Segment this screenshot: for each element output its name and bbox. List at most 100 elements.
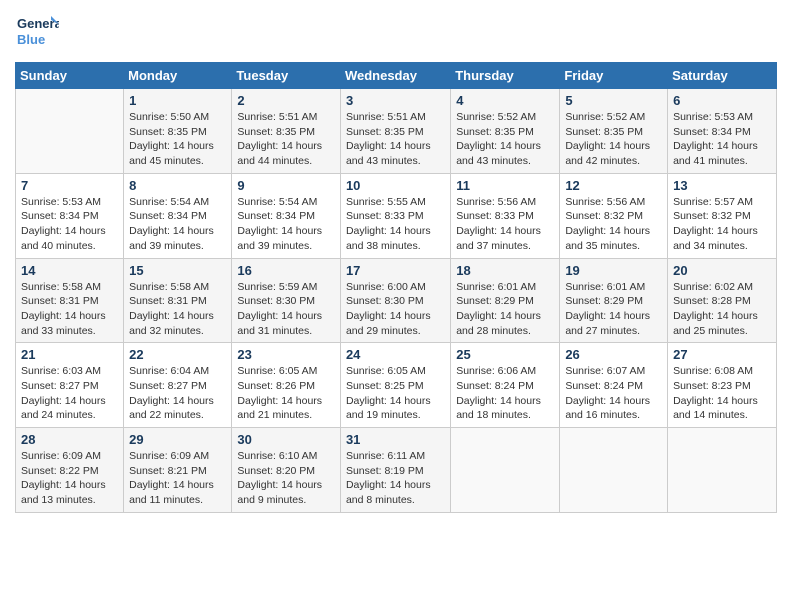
day-info: Sunrise: 6:01 AMSunset: 8:29 PMDaylight:… <box>456 280 554 339</box>
day-cell: 28 Sunrise: 6:09 AMSunset: 8:22 PMDayligh… <box>16 428 124 513</box>
day-cell: 19 Sunrise: 6:01 AMSunset: 8:29 PMDayligh… <box>560 258 668 343</box>
day-number: 26 <box>565 347 662 362</box>
day-cell <box>560 428 668 513</box>
day-number: 4 <box>456 93 554 108</box>
day-info: Sunrise: 6:02 AMSunset: 8:28 PMDaylight:… <box>673 280 771 339</box>
header-cell: Thursday <box>451 63 560 89</box>
day-cell: 8Sunrise: 5:54 AMSunset: 8:34 PMDaylight… <box>124 173 232 258</box>
day-info: Sunrise: 5:55 AMSunset: 8:33 PMDaylight:… <box>346 195 445 254</box>
day-cell <box>451 428 560 513</box>
day-number: 21 <box>21 347 118 362</box>
day-info: Sunrise: 5:58 AMSunset: 8:31 PMDaylight:… <box>21 280 118 339</box>
day-cell: 30Sunrise: 6:10 AMSunset: 8:20 PMDayligh… <box>232 428 341 513</box>
day-number: 6 <box>673 93 771 108</box>
day-info: Sunrise: 6:05 AMSunset: 8:25 PMDaylight:… <box>346 364 445 423</box>
week-row: 1 Sunrise: 5:50 AMSunset: 8:35 PMDaylight… <box>16 89 777 174</box>
day-info: Sunrise: 5:56 AMSunset: 8:32 PMDaylight:… <box>565 195 662 254</box>
day-info: Sunrise: 5:59 AMSunset: 8:30 PMDaylight:… <box>237 280 335 339</box>
day-info: Sunrise: 6:09 AMSunset: 8:22 PMDaylight:… <box>21 449 118 508</box>
day-cell: 24 Sunrise: 6:05 AMSunset: 8:25 PMDayligh… <box>340 343 450 428</box>
day-cell: 23 Sunrise: 6:05 AMSunset: 8:26 PMDayligh… <box>232 343 341 428</box>
day-number: 28 <box>21 432 118 447</box>
day-cell: 31 Sunrise: 6:11 AMSunset: 8:19 PMDayligh… <box>340 428 450 513</box>
day-cell: 1 Sunrise: 5:50 AMSunset: 8:35 PMDaylight… <box>124 89 232 174</box>
header-cell: Friday <box>560 63 668 89</box>
day-info: Sunrise: 5:56 AMSunset: 8:33 PMDaylight:… <box>456 195 554 254</box>
day-info: Sunrise: 6:08 AMSunset: 8:23 PMDaylight:… <box>673 364 771 423</box>
day-number: 12 <box>565 178 662 193</box>
day-info: Sunrise: 5:53 AMSunset: 8:34 PMDaylight:… <box>673 110 771 169</box>
day-cell <box>16 89 124 174</box>
day-cell: 22 Sunrise: 6:04 AMSunset: 8:27 PMDayligh… <box>124 343 232 428</box>
day-cell: 16 Sunrise: 5:59 AMSunset: 8:30 PMDayligh… <box>232 258 341 343</box>
day-number: 7 <box>21 178 118 193</box>
day-number: 11 <box>456 178 554 193</box>
header-cell: Sunday <box>16 63 124 89</box>
header-cell: Wednesday <box>340 63 450 89</box>
day-number: 23 <box>237 347 335 362</box>
day-info: Sunrise: 6:07 AMSunset: 8:24 PMDaylight:… <box>565 364 662 423</box>
day-number: 15 <box>129 263 226 278</box>
header-cell: Monday <box>124 63 232 89</box>
day-number: 31 <box>346 432 445 447</box>
day-cell: 17Sunrise: 6:00 AMSunset: 8:30 PMDayligh… <box>340 258 450 343</box>
day-info: Sunrise: 5:54 AMSunset: 8:34 PMDaylight:… <box>237 195 335 254</box>
day-number: 5 <box>565 93 662 108</box>
day-info: Sunrise: 5:53 AMSunset: 8:34 PMDaylight:… <box>21 195 118 254</box>
day-number: 30 <box>237 432 335 447</box>
day-cell: 6 Sunrise: 5:53 AMSunset: 8:34 PMDaylight… <box>668 89 777 174</box>
svg-text:Blue: Blue <box>17 32 45 47</box>
day-number: 25 <box>456 347 554 362</box>
day-cell: 18 Sunrise: 6:01 AMSunset: 8:29 PMDayligh… <box>451 258 560 343</box>
header-cell: Saturday <box>668 63 777 89</box>
day-cell: 21 Sunrise: 6:03 AMSunset: 8:27 PMDayligh… <box>16 343 124 428</box>
day-cell: 10 Sunrise: 5:55 AMSunset: 8:33 PMDayligh… <box>340 173 450 258</box>
day-number: 27 <box>673 347 771 362</box>
day-info: Sunrise: 5:54 AMSunset: 8:34 PMDaylight:… <box>129 195 226 254</box>
day-number: 10 <box>346 178 445 193</box>
day-info: Sunrise: 5:58 AMSunset: 8:31 PMDaylight:… <box>129 280 226 339</box>
page-header: General Blue <box>15 10 777 54</box>
day-number: 19 <box>565 263 662 278</box>
day-cell: 26 Sunrise: 6:07 AMSunset: 8:24 PMDayligh… <box>560 343 668 428</box>
day-number: 29 <box>129 432 226 447</box>
day-info: Sunrise: 5:51 AMSunset: 8:35 PMDaylight:… <box>237 110 335 169</box>
week-row: 7 Sunrise: 5:53 AMSunset: 8:34 PMDaylight… <box>16 173 777 258</box>
day-cell: 14Sunrise: 5:58 AMSunset: 8:31 PMDayligh… <box>16 258 124 343</box>
day-cell: 13Sunrise: 5:57 AMSunset: 8:32 PMDayligh… <box>668 173 777 258</box>
day-number: 22 <box>129 347 226 362</box>
day-number: 13 <box>673 178 771 193</box>
day-number: 18 <box>456 263 554 278</box>
logo-svg: General Blue <box>15 10 59 54</box>
day-info: Sunrise: 6:03 AMSunset: 8:27 PMDaylight:… <box>21 364 118 423</box>
day-info: Sunrise: 5:51 AMSunset: 8:35 PMDaylight:… <box>346 110 445 169</box>
day-cell: 15 Sunrise: 5:58 AMSunset: 8:31 PMDayligh… <box>124 258 232 343</box>
day-info: Sunrise: 5:50 AMSunset: 8:35 PMDaylight:… <box>129 110 226 169</box>
header-row: SundayMondayTuesdayWednesdayThursdayFrid… <box>16 63 777 89</box>
header-cell: Tuesday <box>232 63 341 89</box>
day-number: 2 <box>237 93 335 108</box>
day-cell: 7 Sunrise: 5:53 AMSunset: 8:34 PMDaylight… <box>16 173 124 258</box>
day-info: Sunrise: 6:01 AMSunset: 8:29 PMDaylight:… <box>565 280 662 339</box>
day-info: Sunrise: 6:05 AMSunset: 8:26 PMDaylight:… <box>237 364 335 423</box>
day-info: Sunrise: 6:00 AMSunset: 8:30 PMDaylight:… <box>346 280 445 339</box>
day-number: 9 <box>237 178 335 193</box>
day-number: 24 <box>346 347 445 362</box>
day-info: Sunrise: 6:09 AMSunset: 8:21 PMDaylight:… <box>129 449 226 508</box>
day-number: 16 <box>237 263 335 278</box>
day-info: Sunrise: 6:11 AMSunset: 8:19 PMDaylight:… <box>346 449 445 508</box>
day-cell: 3 Sunrise: 5:51 AMSunset: 8:35 PMDaylight… <box>340 89 450 174</box>
day-info: Sunrise: 5:52 AMSunset: 8:35 PMDaylight:… <box>565 110 662 169</box>
day-cell: 9 Sunrise: 5:54 AMSunset: 8:34 PMDaylight… <box>232 173 341 258</box>
day-number: 20 <box>673 263 771 278</box>
week-row: 21 Sunrise: 6:03 AMSunset: 8:27 PMDayligh… <box>16 343 777 428</box>
calendar-table: SundayMondayTuesdayWednesdayThursdayFrid… <box>15 62 777 513</box>
day-info: Sunrise: 6:04 AMSunset: 8:27 PMDaylight:… <box>129 364 226 423</box>
day-cell: 5 Sunrise: 5:52 AMSunset: 8:35 PMDaylight… <box>560 89 668 174</box>
day-number: 1 <box>129 93 226 108</box>
day-cell: 11 Sunrise: 5:56 AMSunset: 8:33 PMDayligh… <box>451 173 560 258</box>
day-info: Sunrise: 5:52 AMSunset: 8:35 PMDaylight:… <box>456 110 554 169</box>
day-cell: 20 Sunrise: 6:02 AMSunset: 8:28 PMDayligh… <box>668 258 777 343</box>
day-number: 3 <box>346 93 445 108</box>
day-cell: 4 Sunrise: 5:52 AMSunset: 8:35 PMDaylight… <box>451 89 560 174</box>
